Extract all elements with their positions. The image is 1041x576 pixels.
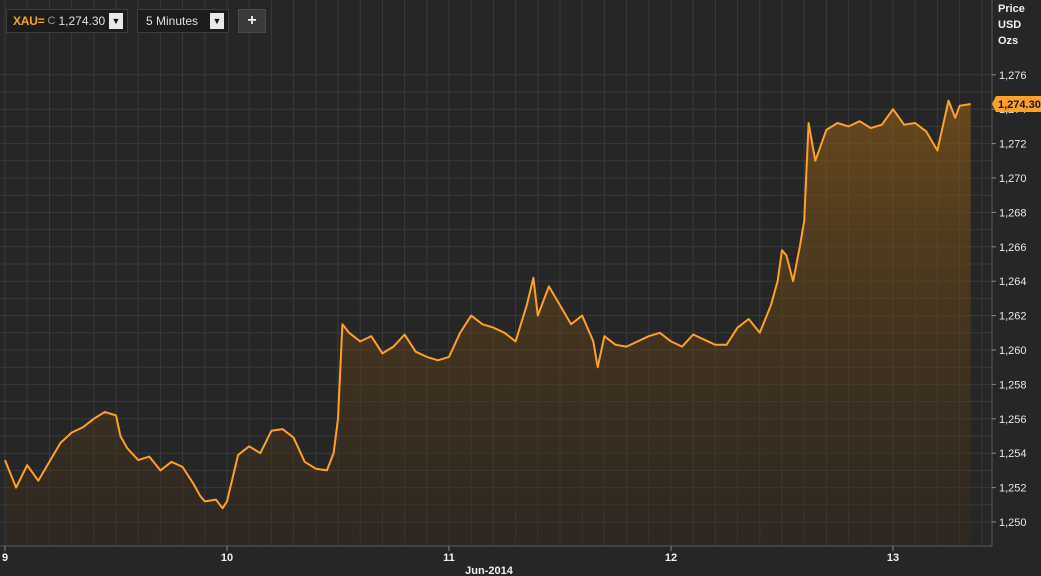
x-tick-label: 12 xyxy=(665,552,677,564)
y-tick-label: 1,252 xyxy=(999,483,1027,495)
x-axis-label: Jun-2014 xyxy=(465,565,514,576)
y-tick-label: 1,250 xyxy=(999,517,1027,529)
instrument-ric: XAU= xyxy=(13,14,45,28)
axis-header: Price USD Ozs xyxy=(998,1,1025,49)
y-tick-label: 1,270 xyxy=(999,173,1027,185)
axis-header-unit: Ozs xyxy=(998,35,1019,47)
x-tick-label: 10 xyxy=(221,552,233,564)
y-tick-label: 1,272 xyxy=(999,139,1027,151)
last-price-badge: 1,274.30 xyxy=(992,96,1041,113)
instrument-selector[interactable]: XAU= C 1,274.30 ▼ xyxy=(6,9,128,33)
y-tick-label: 1,254 xyxy=(999,448,1027,460)
y-tick-label: 1,268 xyxy=(999,207,1027,219)
plus-icon: + xyxy=(247,12,257,29)
x-tick-label: 11 xyxy=(443,552,455,564)
y-tick-label: 1,256 xyxy=(999,414,1027,426)
chevron-down-icon[interactable]: ▼ xyxy=(109,13,123,29)
closing-marker: C xyxy=(47,15,56,27)
interval-selector[interactable]: 5 Minutes ▼ xyxy=(137,9,229,33)
add-button[interactable]: + xyxy=(238,9,266,33)
y-tick-label: 1,260 xyxy=(999,345,1027,357)
last-price-label: 1,274.30 xyxy=(998,99,1041,111)
y-axis-ticks: 1,250 1,252 1,254 1,256 1,258 1,260 1,262 1,264… xyxy=(992,70,1027,529)
y-tick-label: 1,258 xyxy=(999,379,1027,391)
interval-label: 5 Minutes xyxy=(146,14,199,28)
x-tick-label: 13 xyxy=(887,552,899,564)
y-tick-label: 1,264 xyxy=(999,276,1027,288)
axis-header-currency: USD xyxy=(998,19,1022,31)
y-tick-label: 1,276 xyxy=(999,70,1027,82)
axis-header-price: Price xyxy=(998,3,1025,15)
y-tick-label: 1,266 xyxy=(999,242,1027,254)
x-tick-label: 9 xyxy=(2,552,8,564)
price-chart[interactable]: 1,250 1,252 1,254 1,256 1,258 1,260 1,262 1,264… xyxy=(0,0,1041,576)
instrument-last-price: 1,274.30 xyxy=(58,14,106,28)
x-axis-ticks: 9 10 11 12 13 xyxy=(2,546,899,564)
y-tick-label: 1,262 xyxy=(999,311,1027,323)
chevron-down-icon[interactable]: ▼ xyxy=(210,13,224,29)
